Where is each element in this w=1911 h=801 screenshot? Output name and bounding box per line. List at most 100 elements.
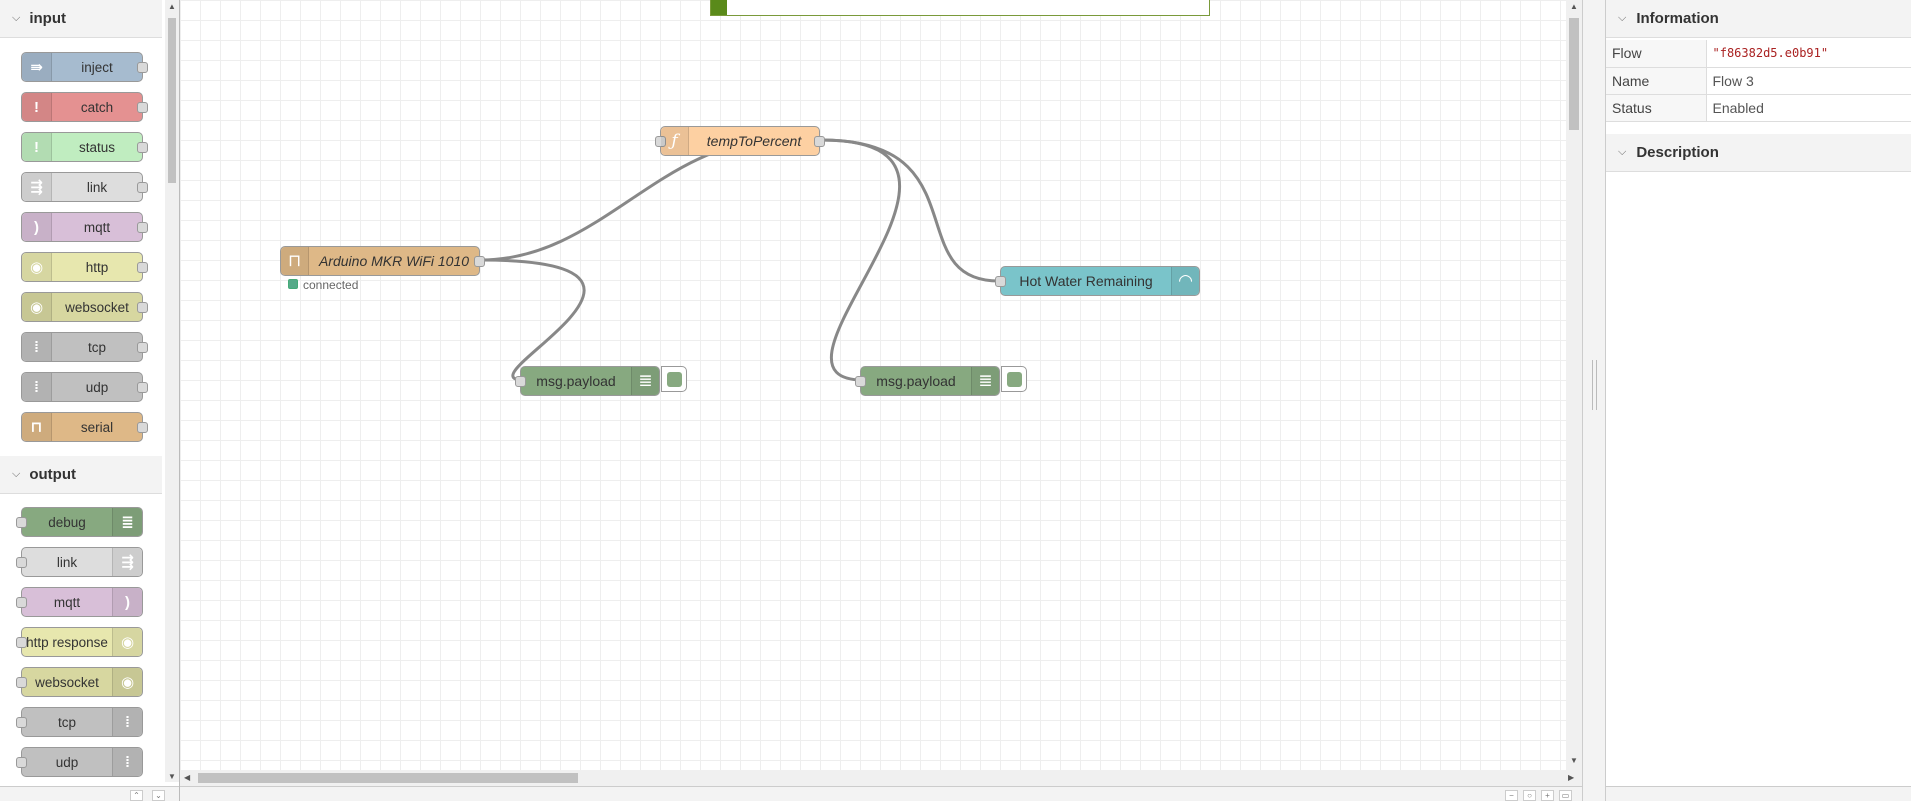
scroll-up-arrow-icon[interactable]: ▲: [1570, 2, 1578, 11]
palette-node-label: catch: [80, 99, 114, 115]
debug-node-msg-payload-1[interactable]: msg.payload ≣: [515, 366, 660, 396]
palette-node-status[interactable]: ! status: [21, 132, 148, 162]
zoom-reset-icon[interactable]: ○: [1523, 790, 1536, 801]
palette-node-mqtt[interactable]: ) mqtt: [16, 587, 143, 617]
palette-scroll-thumb[interactable]: [168, 18, 176, 183]
info-value: Flow 3: [1706, 67, 1911, 95]
palette-node-udp[interactable]: ⁞ udp: [16, 747, 143, 777]
palette-footer: ⌃ ⌄: [0, 786, 179, 801]
palette-node-tcp[interactable]: ⁞ tcp: [16, 707, 143, 737]
palette-node-label: udp: [85, 379, 109, 395]
palette-node-mqtt[interactable]: ) mqtt: [21, 212, 148, 242]
wire-arduino-to-temp[interactable]: [480, 138, 780, 262]
node-port: [16, 757, 27, 768]
scroll-down-arrow-icon[interactable]: ▼: [1570, 756, 1578, 765]
collapse-all-icon[interactable]: ⌄: [152, 790, 165, 801]
function-node-temptopercent[interactable]: ƒ tempToPercent: [655, 126, 825, 156]
debug-icon: ≣: [112, 508, 142, 536]
bridge-icon: ): [22, 213, 52, 241]
bridge-dash-icon: ⁞: [22, 333, 52, 361]
wire-arduino-to-debug1[interactable]: [480, 258, 586, 382]
scroll-left-arrow-icon[interactable]: ◀: [184, 773, 190, 782]
horizontal-scroll-thumb[interactable]: [198, 773, 578, 783]
sidebar-splitter[interactable]: [1582, 0, 1606, 801]
arrow-in-icon: ⇛: [22, 53, 52, 81]
palette-node-serial[interactable]: ⊓ serial: [21, 412, 148, 442]
workspace-vertical-scrollbar[interactable]: ▲ ▼: [1566, 0, 1582, 770]
scroll-right-arrow-icon[interactable]: ▶: [1568, 773, 1574, 782]
node-port: [16, 637, 27, 648]
zoom-in-icon[interactable]: +: [1541, 790, 1554, 801]
arduino-serial-node[interactable]: ⊓ Arduino MKR WiFi 1010: [280, 246, 485, 276]
vertical-scroll-thumb[interactable]: [1569, 18, 1579, 130]
node-port: [137, 302, 148, 313]
palette-node-catch[interactable]: ! catch: [21, 92, 148, 122]
wire-temp-to-gauge[interactable]: [821, 138, 1000, 283]
palette-node-link[interactable]: ⇶ link: [16, 547, 143, 577]
palette-category-output[interactable]: ⌵ output: [0, 456, 162, 494]
palette-node-websocket[interactable]: ◉ websocket: [21, 292, 148, 322]
info-row-status: Status Enabled: [1606, 94, 1911, 122]
node-port: [16, 717, 27, 728]
bridge-icon: ): [112, 588, 142, 616]
flow-workspace[interactable]: ⊓ Arduino MKR WiFi 1010 connected ƒ temp…: [180, 0, 1582, 801]
scroll-up-arrow-icon[interactable]: ▲: [168, 2, 176, 11]
palette-node-http[interactable]: ◉ http: [21, 252, 148, 282]
alert-icon: !: [22, 133, 52, 161]
info-row-name: Name Flow 3: [1606, 67, 1911, 95]
bridge-dash-icon: ⁞: [112, 748, 142, 776]
chevron-down-icon: ⌵: [12, 468, 21, 480]
category-label: output: [29, 466, 76, 483]
node-label: msg.payload: [876, 373, 956, 389]
scroll-down-arrow-icon[interactable]: ▼: [168, 772, 176, 781]
info-row-flow: Flow "f86382d5.e0b91": [1606, 40, 1911, 68]
information-section-header[interactable]: ⌵ Information: [1606, 0, 1911, 38]
node-port: [16, 597, 27, 608]
serial-icon: ⊓: [22, 413, 52, 441]
palette-node-tcp[interactable]: ⁞ tcp: [21, 332, 148, 362]
palette-node-link[interactable]: ⇶ link: [21, 172, 148, 202]
node-label: msg.payload: [536, 373, 616, 389]
palette-node-websocket[interactable]: ◉ websocket: [16, 667, 143, 697]
node-port: [16, 557, 27, 568]
palette-node-debug[interactable]: ≣ debug: [16, 507, 143, 537]
output-port[interactable]: [474, 256, 485, 267]
debug-toggle-button[interactable]: [1001, 366, 1027, 392]
expand-all-icon[interactable]: ⌃: [130, 790, 143, 801]
workspace-horizontal-scrollbar[interactable]: ◀ ▶: [180, 770, 1582, 786]
debug-node-msg-payload-2[interactable]: msg.payload ≣: [855, 366, 1000, 396]
palette-node-http-response[interactable]: ◉ http response: [16, 627, 143, 657]
wires-layer: [480, 138, 1000, 382]
chevron-down-icon: ⌵: [1618, 12, 1627, 24]
info-value[interactable]: "f86382d5.e0b91": [1706, 40, 1911, 68]
navigator-icon[interactable]: ▭: [1559, 790, 1572, 801]
bridge-dash-icon: ⁞: [112, 708, 142, 736]
wire-temp-to-debug2[interactable]: [821, 138, 901, 382]
palette-node-label: http: [85, 259, 109, 275]
sidebar-footer: [1606, 786, 1911, 801]
node-label: Arduino MKR WiFi 1010: [318, 253, 470, 269]
palette-scrollbar[interactable]: ▲ ▼: [165, 0, 179, 782]
node-label: Hot Water Remaining: [1019, 273, 1153, 289]
palette-node-udp[interactable]: ⁞ udp: [21, 372, 148, 402]
link-in-icon: ⇶: [22, 173, 52, 201]
category-label: input: [29, 10, 66, 27]
output-port[interactable]: [814, 136, 825, 147]
white-globe-icon: ◉: [112, 628, 142, 656]
gauge-node-hot-water-remaining[interactable]: Hot Water Remaining ◠: [995, 266, 1200, 296]
palette-node-label: serial: [80, 419, 114, 435]
serial-icon: ⊓: [281, 247, 309, 275]
palette-category-input[interactable]: ⌵ input: [0, 0, 162, 38]
node-port: [137, 62, 148, 73]
debug-toggle-button[interactable]: [661, 366, 687, 392]
gauge-icon: ◠: [1171, 267, 1199, 295]
zoom-out-icon[interactable]: −: [1505, 790, 1518, 801]
palette-node-inject[interactable]: ⇛ inject: [21, 52, 148, 82]
info-key: Status: [1606, 94, 1707, 122]
info-value: Enabled: [1706, 94, 1911, 122]
palette-node-label: http response: [26, 634, 108, 650]
node-port: [137, 262, 148, 273]
splitter-grip[interactable]: [1592, 360, 1597, 410]
description-section-header[interactable]: ⌵ Description: [1606, 134, 1911, 172]
info-table: Flow "f86382d5.e0b91" Name Flow 3 Status Enab…: [1606, 40, 1911, 122]
